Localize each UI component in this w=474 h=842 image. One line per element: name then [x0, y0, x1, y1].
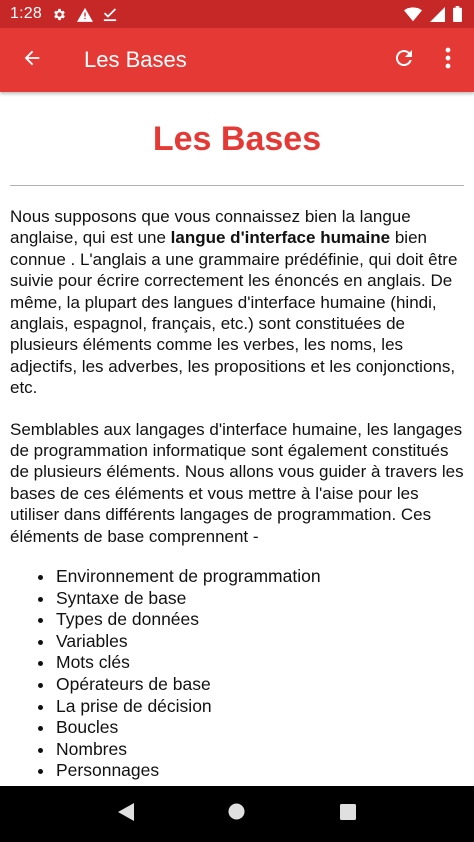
back-triangle-icon [117, 802, 134, 826]
download-done-icon [103, 7, 117, 22]
nav-home-button[interactable] [217, 794, 257, 834]
warning-icon [76, 7, 93, 22]
wifi-icon [404, 6, 422, 22]
list-item: Environnement de programmation [55, 566, 464, 588]
refresh-icon [392, 46, 416, 75]
list-item: Types de données [55, 609, 464, 631]
home-circle-icon [228, 803, 246, 825]
paragraph-1: Nous supposons que vous connaissez bien … [10, 206, 464, 399]
elements-list: Environnement de programmation Syntaxe d… [10, 566, 464, 782]
article-content[interactable]: Les Bases Nous supposons que vous connai… [0, 92, 474, 786]
list-item: Variables [55, 631, 464, 653]
battery-icon [453, 6, 462, 22]
back-button[interactable] [0, 28, 64, 92]
status-bar: 1:28 [0, 0, 474, 28]
app-bar-title: Les Bases [84, 47, 187, 72]
list-item: Syntaxe de base [55, 588, 464, 610]
list-item: Mots clés [55, 652, 464, 674]
paragraph-1-bold: langue d'interface humaine [170, 228, 391, 248]
list-item: Boucles [55, 717, 464, 739]
list-item: Personnages [55, 760, 464, 782]
list-item: Nombres [55, 739, 464, 761]
paragraph-1-end: bien connue . L'anglais a une grammaire … [10, 228, 458, 398]
status-left: 1:28 [10, 5, 117, 23]
system-nav-bar [0, 786, 474, 842]
refresh-button[interactable] [380, 28, 428, 92]
divider [10, 185, 464, 186]
page-title: Les Bases [152, 120, 322, 158]
app-bar: Les Bases [0, 28, 474, 92]
arrow-back-icon [21, 47, 43, 74]
status-right [404, 6, 462, 22]
list-item: La prise de décision [55, 696, 464, 718]
more-vert-icon [445, 47, 451, 74]
nav-back-button[interactable] [106, 794, 146, 834]
gear-icon [52, 7, 67, 22]
recents-square-icon [340, 803, 357, 825]
status-time: 1:28 [10, 5, 42, 22]
cellular-icon [430, 6, 445, 22]
nav-recents-button[interactable] [328, 794, 368, 834]
list-item: Opérateurs de base [55, 674, 464, 696]
more-options-button[interactable] [428, 28, 468, 92]
paragraph-2: Semblables aux langages d'interface huma… [10, 419, 464, 546]
